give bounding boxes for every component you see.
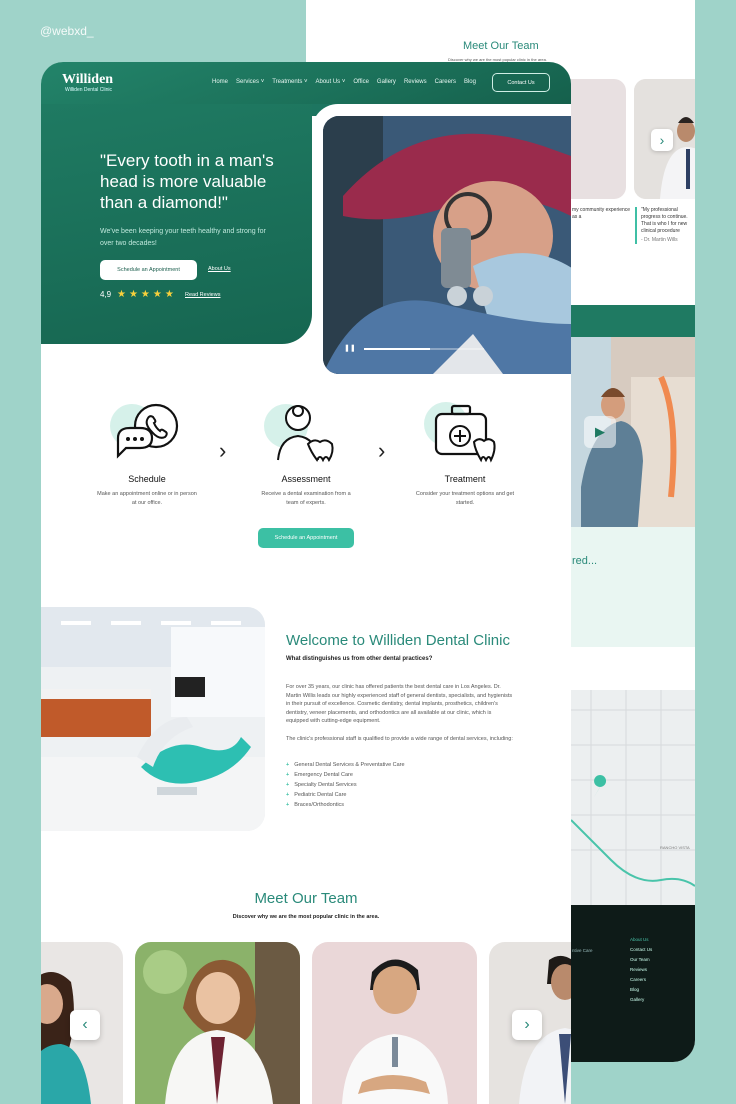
service-item: General Dental Services & Preventative C… bbox=[286, 760, 404, 770]
schedule-appointment-button[interactable]: Schedule an Appointment bbox=[100, 260, 197, 280]
bg-footer bbox=[571, 905, 695, 1062]
nav-services[interactable]: Services ˅ bbox=[236, 79, 264, 85]
bg-quote-author: - Dr. Martin Wills bbox=[641, 237, 678, 243]
main-nav: Home Services ˅ Treatments ˅ About Us ˅ … bbox=[212, 79, 476, 85]
nav-office[interactable]: Office bbox=[353, 79, 369, 85]
bg-next-arrow-icon[interactable]: › bbox=[651, 129, 673, 151]
medical-kit-tooth-icon bbox=[422, 400, 500, 466]
bg-quote-text: "My professional progress to continue. T… bbox=[641, 207, 688, 234]
service-item: Pediatric Dental Care bbox=[286, 790, 405, 800]
chevron-right-icon: › bbox=[378, 438, 386, 463]
services-list: General Dental Services & Preventative C… bbox=[286, 760, 405, 810]
pause-icon[interactable]: ❚❚ bbox=[344, 344, 356, 352]
read-reviews-link[interactable]: Read Reviews bbox=[185, 292, 220, 298]
bg-quote: "My professional progress to continue. T… bbox=[635, 207, 695, 244]
team-card[interactable] bbox=[135, 942, 300, 1104]
chevron-right-icon: › bbox=[219, 438, 227, 463]
logo[interactable]: Williden bbox=[62, 72, 113, 88]
map[interactable] bbox=[571, 690, 695, 905]
bg-quote-partial: my community experience as a bbox=[572, 207, 631, 220]
video-progress-fill bbox=[364, 348, 430, 350]
nav-about[interactable]: About Us ˅ bbox=[316, 79, 346, 85]
step-desc-assessment: Receive a dental examination from a team… bbox=[261, 491, 351, 506]
footer-link[interactable]: Reviews bbox=[630, 967, 647, 972]
hero-quote: "Every tooth in a man's head is more val… bbox=[100, 151, 274, 212]
team-title: Meet Our Team bbox=[254, 890, 358, 907]
footer-link[interactable]: Contact Us bbox=[630, 947, 652, 952]
step-title-treatment: Treatment bbox=[444, 474, 486, 484]
nav-careers[interactable]: Careers bbox=[435, 79, 456, 85]
bg-team-title: Meet Our Team bbox=[463, 40, 539, 52]
footer-link[interactable]: Careers bbox=[630, 977, 646, 982]
service-item: Braces/Orthodontics bbox=[286, 800, 405, 810]
nav-treatments[interactable]: Treatments ˅ bbox=[272, 79, 307, 85]
step-title-schedule: Schedule bbox=[128, 474, 166, 484]
watermark: @webxd_ bbox=[40, 24, 94, 38]
team-subtitle: Discover why we are the most popular cli… bbox=[232, 914, 380, 920]
service-item: Emergency Dental Care bbox=[286, 770, 405, 780]
step-title-assessment: Assessment bbox=[281, 474, 331, 484]
nav-blog[interactable]: Blog bbox=[464, 79, 476, 85]
play-icon[interactable]: ▶ bbox=[584, 416, 616, 448]
bg-green-band bbox=[571, 305, 695, 337]
nav-reviews[interactable]: Reviews bbox=[404, 79, 427, 85]
nav-home[interactable]: Home bbox=[212, 79, 228, 85]
rating-stars: ★★★★★ bbox=[117, 289, 177, 300]
footer-link[interactable]: Our Team bbox=[630, 957, 650, 962]
footer-link[interactable]: About Us bbox=[630, 937, 649, 942]
step-desc-treatment: Consider your treatment options and get … bbox=[415, 491, 515, 506]
hero-subtext: We've been keeping your teeth healthy an… bbox=[100, 228, 266, 247]
service-item: Specialty Dental Services bbox=[286, 780, 405, 790]
schedule-appointment-button[interactable]: Schedule an Appointment bbox=[258, 528, 354, 548]
bg-partial-heading: red... bbox=[572, 555, 598, 567]
nav-gallery[interactable]: Gallery bbox=[377, 79, 396, 85]
about-us-link[interactable]: About Us bbox=[208, 266, 231, 272]
map-label: RANCHO VISTA bbox=[660, 845, 690, 850]
footer-link[interactable]: Blog bbox=[630, 987, 639, 992]
step-desc-schedule: Make an appointment online or in person … bbox=[97, 491, 197, 506]
team-card[interactable] bbox=[312, 942, 477, 1104]
hero-panel bbox=[41, 104, 312, 344]
dentist-icon bbox=[262, 400, 340, 466]
bg-mint-section bbox=[571, 527, 695, 647]
welcome-title: Welcome to Williden Dental Clinic bbox=[286, 632, 510, 649]
welcome-subtitle: What distinguishes us from other dental … bbox=[286, 656, 433, 662]
prev-arrow-icon[interactable]: ‹ bbox=[70, 1010, 100, 1040]
bg-footer-partial: ntive Care bbox=[572, 948, 593, 953]
welcome-paragraph: The clinic's professional staff is quali… bbox=[286, 736, 513, 742]
logo-subtitle: Williden Dental Clinic bbox=[65, 87, 112, 93]
phone-chat-icon bbox=[104, 400, 182, 466]
welcome-paragraph: For over 35 years, our clinic has offere… bbox=[286, 684, 513, 724]
next-arrow-icon[interactable]: › bbox=[512, 1010, 542, 1040]
rating-value: 4,9 bbox=[100, 290, 112, 299]
contact-button[interactable]: Contact Us bbox=[492, 73, 550, 92]
footer-link[interactable]: Gallery bbox=[630, 997, 644, 1002]
clinic-photo bbox=[41, 607, 265, 831]
hero-dentist-photo bbox=[323, 116, 571, 374]
